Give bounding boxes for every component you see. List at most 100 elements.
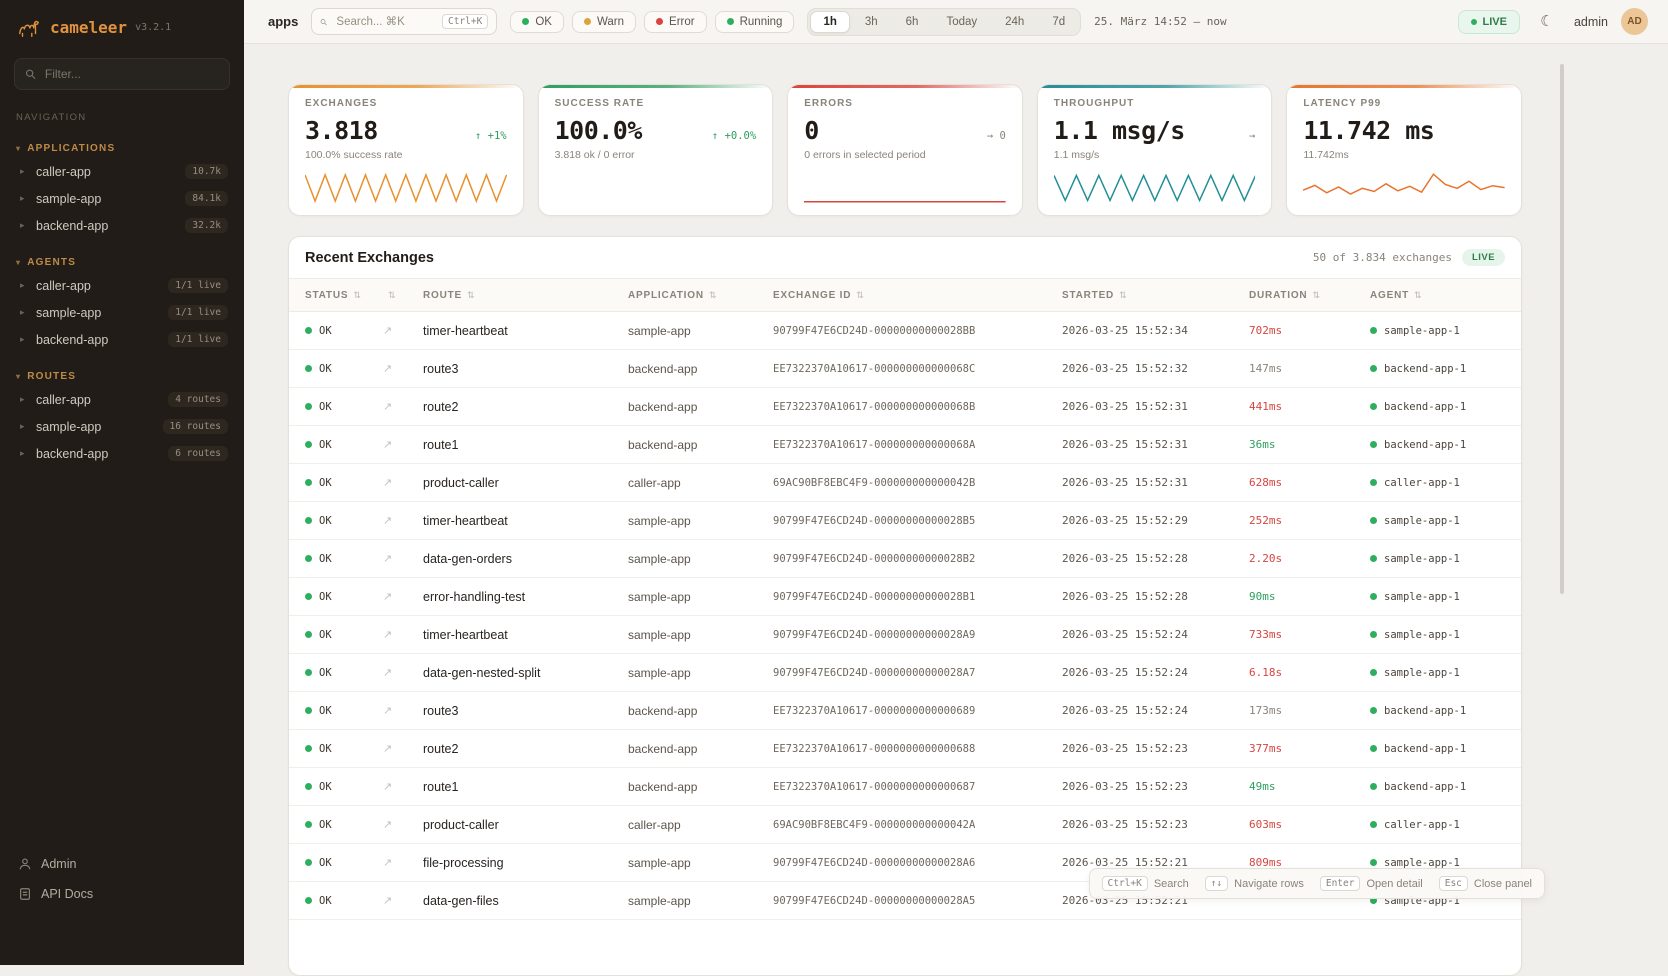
table-body: OK ↗ timer-heartbeat sample-app 90799F47…: [289, 312, 1521, 920]
column-header[interactable]: STATUS ⇅: [305, 290, 383, 301]
open-row-icon[interactable]: ↗: [383, 591, 392, 603]
agent-cell: caller-app-1: [1370, 819, 1505, 831]
table-row[interactable]: OK ↗ route2 backend-app EE7322370A10617-…: [289, 388, 1521, 426]
theme-toggle-button[interactable]: ☾: [1533, 8, 1561, 36]
exchange-id-cell: 90799F47E6CD24D-00000000000028BB: [773, 325, 1062, 337]
user-name[interactable]: admin: [1574, 15, 1608, 29]
table-row[interactable]: OK ↗ route2 backend-app EE7322370A10617-…: [289, 730, 1521, 768]
section-header-agents[interactable]: ▾ AGENTS: [0, 253, 244, 272]
status-filter-chip[interactable]: Running: [715, 11, 795, 33]
column-header[interactable]: EXCHANGE ID ⇅: [773, 290, 1062, 301]
status-filter-chip[interactable]: Warn: [572, 11, 636, 33]
card-accent-bar: [289, 85, 523, 88]
sidebar-item-route[interactable]: ▸ caller-app 4 routes: [0, 386, 244, 413]
agent-cell: sample-app-1: [1370, 857, 1505, 869]
status-cell: OK: [305, 325, 383, 337]
brand[interactable]: cameleer v3.2.1: [0, 0, 244, 48]
column-header[interactable]: AGENT ⇅: [1370, 290, 1505, 301]
column-header[interactable]: ROUTE ⇅: [423, 290, 628, 301]
column-header[interactable]: ⇅: [383, 290, 423, 301]
sidebar-item-route[interactable]: ▸ sample-app 16 routes: [0, 413, 244, 440]
column-header[interactable]: STARTED ⇅: [1062, 290, 1249, 301]
open-row-icon[interactable]: ↗: [383, 743, 392, 755]
section-header-applications[interactable]: ▾ APPLICATIONS: [0, 139, 244, 158]
exchange-id-cell: EE7322370A10617-000000000000068C: [773, 363, 1062, 375]
open-cell: ↗: [383, 552, 423, 565]
status-ok-dot-icon: [305, 859, 312, 866]
table-row[interactable]: OK ↗ data-gen-orders sample-app 90799F47…: [289, 540, 1521, 578]
table-row[interactable]: OK ↗ data-gen-nested-split sample-app 90…: [289, 654, 1521, 692]
sidebar-filter[interactable]: [14, 58, 230, 90]
sidebar-item-agent[interactable]: ▸ caller-app 1/1 live: [0, 272, 244, 299]
status-text: OK: [319, 705, 332, 717]
range-button[interactable]: 24h: [992, 11, 1037, 33]
open-row-icon[interactable]: ↗: [383, 857, 392, 869]
open-row-icon[interactable]: ↗: [383, 629, 392, 641]
range-button[interactable]: 6h: [893, 11, 932, 33]
table-row[interactable]: OK ↗ route1 backend-app EE7322370A10617-…: [289, 426, 1521, 464]
status-filter-chip[interactable]: Error: [644, 11, 707, 33]
status-ok-dot-icon: [305, 669, 312, 676]
range-button[interactable]: 1h: [810, 11, 849, 33]
range-button[interactable]: 7d: [1039, 11, 1078, 33]
table-row[interactable]: OK ↗ product-caller caller-app 69AC90BF8…: [289, 464, 1521, 502]
table-row[interactable]: OK ↗ route1 backend-app EE7322370A10617-…: [289, 768, 1521, 806]
sidebar: cameleer v3.2.1 NAVIGATION ▾ APPLICATION…: [0, 0, 244, 965]
agent-cell: sample-app-1: [1370, 591, 1505, 603]
brand-name: cameleer: [50, 18, 127, 37]
sidebar-item-application[interactable]: ▸ backend-app 32.2k: [0, 212, 244, 239]
column-header[interactable]: DURATION ⇅: [1249, 290, 1370, 301]
live-toggle-button[interactable]: LIVE: [1458, 10, 1520, 34]
table-row[interactable]: OK ↗ timer-heartbeat sample-app 90799F47…: [289, 312, 1521, 350]
search-input[interactable]: [334, 15, 435, 29]
sidebar-item-route[interactable]: ▸ backend-app 6 routes: [0, 440, 244, 467]
filter-input[interactable]: [43, 66, 219, 82]
open-row-icon[interactable]: ↗: [383, 401, 392, 413]
table-row[interactable]: OK ↗ timer-heartbeat sample-app 90799F47…: [289, 616, 1521, 654]
sidebar-item-application[interactable]: ▸ caller-app 10.7k: [0, 158, 244, 185]
open-row-icon[interactable]: ↗: [383, 895, 392, 907]
range-button[interactable]: 3h: [852, 11, 891, 33]
table-row[interactable]: OK ↗ route3 backend-app EE7322370A10617-…: [289, 350, 1521, 388]
open-row-icon[interactable]: ↗: [383, 515, 392, 527]
open-row-icon[interactable]: ↗: [383, 325, 392, 337]
agent-live-dot-icon: [1370, 327, 1377, 334]
stat-card: SUCCESS RATE 100.0% ↑ +0.0% 3.818 ok / 0…: [538, 84, 774, 216]
global-search[interactable]: Ctrl+K: [311, 8, 497, 35]
column-header[interactable]: APPLICATION ⇅: [628, 290, 773, 301]
open-row-icon[interactable]: ↗: [383, 705, 392, 717]
open-row-icon[interactable]: ↗: [383, 439, 392, 451]
sidebar-item-application[interactable]: ▸ sample-app 84.1k: [0, 185, 244, 212]
status-cell: OK: [305, 667, 383, 679]
table-row[interactable]: OK ↗ product-caller caller-app 69AC90BF8…: [289, 806, 1521, 844]
open-row-icon[interactable]: ↗: [383, 781, 392, 793]
open-row-icon[interactable]: ↗: [383, 667, 392, 679]
duration-cell: 377ms: [1249, 742, 1370, 755]
sidebar-item-admin[interactable]: Admin: [18, 857, 226, 871]
open-row-icon[interactable]: ↗: [383, 477, 392, 489]
scrollbar-thumb[interactable]: [1560, 64, 1564, 594]
status-cell: OK: [305, 895, 383, 907]
status-text: OK: [319, 819, 332, 831]
table-row[interactable]: OK ↗ route3 backend-app EE7322370A10617-…: [289, 692, 1521, 730]
status-filter-chip[interactable]: OK: [510, 11, 564, 33]
open-row-icon[interactable]: ↗: [383, 363, 392, 375]
time-period[interactable]: 25. März 14:52 — now: [1094, 15, 1226, 28]
sidebar-item-api-docs[interactable]: API Docs: [18, 887, 226, 901]
table-row[interactable]: OK ↗ timer-heartbeat sample-app 90799F47…: [289, 502, 1521, 540]
sidebar-item-agent[interactable]: ▸ sample-app 1/1 live: [0, 299, 244, 326]
sidebar-item-agent[interactable]: ▸ backend-app 1/1 live: [0, 326, 244, 353]
started-cell: 2026-03-25 15:52:34: [1062, 324, 1249, 337]
open-cell: ↗: [383, 666, 423, 679]
exchange-id-cell: EE7322370A10617-0000000000000689: [773, 705, 1062, 717]
application-cell: backend-app: [628, 400, 773, 414]
table-live-badge[interactable]: LIVE: [1462, 249, 1505, 266]
route-cell: route2: [423, 400, 628, 414]
section-header-routes[interactable]: ▾ ROUTES: [0, 367, 244, 386]
avatar[interactable]: AD: [1621, 8, 1648, 35]
table-row[interactable]: OK ↗ error-handling-test sample-app 9079…: [289, 578, 1521, 616]
open-row-icon[interactable]: ↗: [383, 819, 392, 831]
range-button[interactable]: Today: [933, 11, 990, 33]
open-row-icon[interactable]: ↗: [383, 553, 392, 565]
agent-name: caller-app-1: [1384, 477, 1460, 489]
